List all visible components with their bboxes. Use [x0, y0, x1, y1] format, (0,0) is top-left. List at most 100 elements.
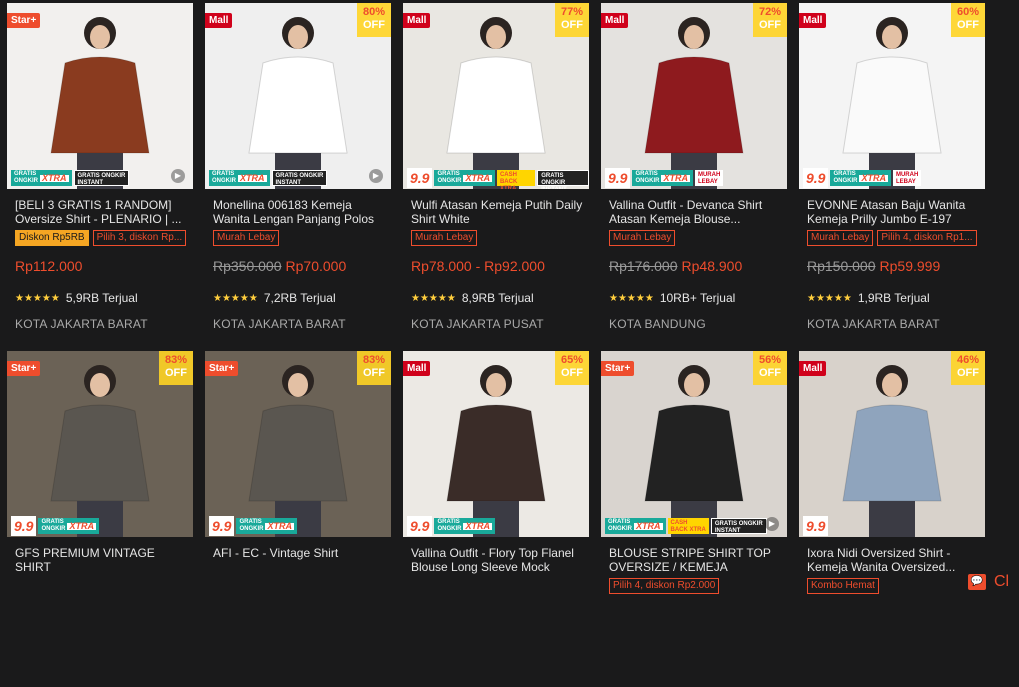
gratis-ongkir-xtra-tag: GRATIS ONGKIR XTRA [434, 170, 495, 186]
promo-labels: Murah Lebay [213, 230, 280, 246]
product-image[interactable]: Star+ 83% OFF 9.9 GRATIS ONGKIR XTRA [205, 351, 391, 537]
promo-strip: GRATIS ONGKIR XTRA CASH BACK XTRA GRATIS ONGK… [601, 515, 787, 537]
original-price: Rp350.000 [213, 258, 282, 274]
mall-badge: Mall [799, 13, 827, 28]
promo-label: Murah Lebay [411, 230, 478, 246]
product-card[interactable]: Star+ 56% OFF GRATIS ONGKIR XTRA CASH BACK XTRA… [601, 351, 787, 687]
product-title[interactable]: BLOUSE STRIPE SHIRT TOP OVERSIZE / KEMEJ… [609, 546, 781, 574]
price-row: Rp78.000 - Rp92.000 [411, 258, 545, 274]
product-card[interactable]: Mall 72% OFF 9.9 GRATIS ONGKIR XTRA MURAH LEBAY V… [601, 3, 787, 339]
product-image[interactable]: Mall 60% OFF 9.9 GRATIS ONGKIR XTRA MURAH LEBAY [799, 3, 985, 189]
current-price: Rp78.000 - Rp92.000 [411, 258, 545, 274]
gratis-ongkir-instant-tag: GRATIS ONGKIRINSTANT [271, 170, 328, 186]
mall-badge: Mall [601, 13, 629, 28]
discount-badge: 46% OFF [951, 351, 985, 385]
discount-percent: 60% [956, 6, 980, 18]
chat-button[interactable]: 💬 Cl [968, 573, 1009, 591]
promo-strip: 9.9 GRATIS ONGKIR XTRA CASH BACK XTRA GRATIS O… [403, 167, 589, 189]
promo-label: Kombo Hemat [807, 578, 879, 594]
discount-badge: 65% OFF [555, 351, 589, 385]
video-play-icon[interactable]: ▶ [369, 169, 383, 183]
discount-percent: 83% [164, 354, 188, 366]
product-card[interactable]: Star+ 83% OFF 9.9 GRATIS ONGKIR XTRA AFI - EC -… [205, 351, 391, 687]
product-card[interactable]: Mall 60% OFF 9.9 GRATIS ONGKIR XTRA MURAH LEBAY E… [799, 3, 985, 339]
product-image[interactable]: Mall 65% OFF 9.9 GRATIS ONGKIR XTRA [403, 351, 589, 537]
campaign-99-tag: 9.9 [407, 168, 433, 188]
rating-row: ★★★★★ 10RB+ Terjual [609, 291, 735, 305]
gratis-ongkir-xtra-tag: GRATIS ONGKIR XTRA [632, 170, 693, 186]
product-title[interactable]: Vallina Outfit - Devanca Shirt Atasan Ke… [609, 198, 781, 226]
current-price: Rp70.000 [285, 258, 347, 274]
discount-off-label: OFF [561, 367, 583, 379]
promo-strip: 9.9 GRATIS ONGKIR XTRA MURAH LEBAY [601, 167, 787, 189]
product-card[interactable]: Mall 80% OFF GRATIS ONGKIR XTRA GRATIS ONGKIR I… [205, 3, 391, 339]
product-title[interactable]: EVONNE Atasan Baju Wanita Kemeja Prilly … [807, 198, 979, 226]
sold-count: 8,9RB Terjual [461, 291, 534, 305]
product-image[interactable]: Mall 80% OFF GRATIS ONGKIR XTRA GRATIS ONGKIR I… [205, 3, 391, 189]
original-price: Rp176.000 [609, 258, 678, 274]
discount-percent: 77% [560, 6, 584, 18]
shop-location: KOTA BANDUNG [609, 317, 706, 331]
discount-percent: 83% [362, 354, 386, 366]
video-play-icon[interactable]: ▶ [765, 517, 779, 531]
product-title[interactable]: AFI - EC - Vintage Shirt [213, 546, 385, 574]
price-row: Rp350.000 Rp70.000 [213, 258, 346, 274]
product-title[interactable]: Wulfi Atasan Kemeja Putih Daily Shirt Wh… [411, 198, 583, 226]
gratis-ongkir-instant-tag: GRATIS ONGKIRINSTANT [537, 170, 589, 189]
promo-strip: 9.9 GRATIS ONGKIR XTRA [403, 515, 589, 537]
discount-badge: 83% OFF [357, 351, 391, 385]
gratis-ongkir-xtra-tag: GRATIS ONGKIR XTRA [209, 170, 270, 186]
gratis-ongkir-xtra-tag: GRATIS ONGKIR XTRA [11, 170, 72, 186]
shop-location: KOTA JAKARTA BARAT [15, 317, 148, 331]
product-image[interactable]: Star+ GRATIS ONGKIR XTRA GRATIS ONGKIR INSTAN… [7, 3, 193, 189]
promo-label: Murah Lebay [807, 230, 874, 246]
star-rating-icon: ★★★★★ [807, 292, 852, 304]
discount-off-label: OFF [759, 367, 781, 379]
product-image[interactable]: Star+ 83% OFF 9.9 GRATIS ONGKIR XTRA [7, 351, 193, 537]
gratis-ongkir-xtra-tag: GRATIS ONGKIR XTRA [434, 518, 495, 534]
gratis-ongkir-xtra-tag: GRATIS ONGKIR XTRA [830, 170, 891, 186]
product-title[interactable]: Vallina Outfit - Flory Top Flanel Blouse… [411, 546, 583, 574]
sold-count: 1,9RB Terjual [857, 291, 930, 305]
gratis-ongkir-instant-tag: GRATIS ONGKIRINSTANT [73, 170, 130, 186]
product-image[interactable]: Mall 72% OFF 9.9 GRATIS ONGKIR XTRA MURAH LEBAY [601, 3, 787, 189]
murah-lebay-tag: MURAH LEBAY [892, 170, 922, 186]
discount-percent: 65% [560, 354, 584, 366]
product-card[interactable]: Star+ 83% OFF 9.9 GRATIS ONGKIR XTRA GFS PREMIU… [7, 351, 193, 687]
product-card[interactable]: Mall 46% OFF 9.9 Ixora Nidi Oversized Shirt … [799, 351, 985, 687]
mall-badge: Mall [403, 13, 431, 28]
product-title[interactable]: GFS PREMIUM VINTAGE SHIRT [15, 546, 187, 574]
product-card[interactable]: Mall 77% OFF 9.9 GRATIS ONGKIR XTRA CASH BACK XT… [403, 3, 589, 339]
discount-badge: 83% OFF [159, 351, 193, 385]
product-image[interactable]: Mall 46% OFF 9.9 [799, 351, 985, 537]
star-plus-badge: Star+ [205, 361, 239, 376]
discount-percent: 46% [956, 354, 980, 366]
product-grid: Star+ GRATIS ONGKIR XTRA GRATIS ONGKIR INSTAN… [0, 0, 1019, 594]
product-image[interactable]: Mall 77% OFF 9.9 GRATIS ONGKIR XTRA CASH BACK XT… [403, 3, 589, 189]
promo-label: Murah Lebay [609, 230, 676, 246]
product-image[interactable]: Star+ 56% OFF GRATIS ONGKIR XTRA CASH BACK XTRA… [601, 351, 787, 537]
current-price: Rp112.000 [15, 258, 83, 274]
star-plus-badge: Star+ [7, 13, 41, 28]
promo-label: Murah Lebay [213, 230, 280, 246]
promo-strip: 9.9 GRATIS ONGKIR XTRA [205, 515, 391, 537]
promo-label: Pilih 4, diskon Rp2.000 [609, 578, 720, 594]
video-play-icon[interactable]: ▶ [171, 169, 185, 183]
product-title[interactable]: Ixora Nidi Oversized Shirt - Kemeja Wani… [807, 546, 979, 574]
campaign-99-tag: 9.9 [803, 168, 829, 188]
campaign-99-tag: 9.9 [803, 516, 829, 536]
original-price: Rp150.000 [807, 258, 876, 274]
product-title[interactable]: [BELI 3 GRATIS 1 RANDOM] Oversize Shirt … [15, 198, 187, 226]
promo-strip: 9.9 [799, 515, 985, 537]
product-title[interactable]: Monellina 006183 Kemeja Wanita Lengan Pa… [213, 198, 385, 226]
product-card[interactable]: Mall 65% OFF 9.9 GRATIS ONGKIR XTRA Vallina Out… [403, 351, 589, 687]
discount-percent: 72% [758, 6, 782, 18]
rating-row: ★★★★★ 1,9RB Terjual [807, 291, 930, 305]
murah-lebay-tag: MURAH LEBAY [694, 170, 724, 186]
discount-off-label: OFF [363, 367, 385, 379]
chat-icon: 💬 [968, 574, 986, 590]
product-card[interactable]: Star+ GRATIS ONGKIR XTRA GRATIS ONGKIR INSTAN… [7, 3, 193, 339]
cashback-xtra-tag: CASH BACK XTRA [496, 170, 536, 189]
discount-badge: 56% OFF [753, 351, 787, 385]
promo-labels: Murah Lebay [609, 230, 676, 246]
